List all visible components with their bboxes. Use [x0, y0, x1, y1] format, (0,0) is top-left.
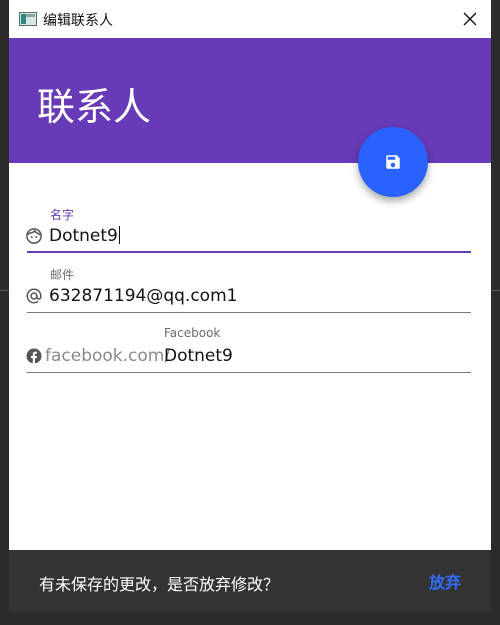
- facebook-underline: [27, 372, 471, 373]
- window-bottom-edge: [9, 612, 491, 625]
- facebook-field[interactable]: Facebook facebook.com/ Dotnet9: [25, 320, 471, 376]
- snackbar-message: 有未保存的更改，是否放弃修改？: [39, 575, 280, 594]
- facebook-prefix: facebook.com/: [45, 346, 171, 366]
- text-caret: [118, 226, 120, 244]
- name-label: 名字: [50, 208, 75, 222]
- at-icon: [26, 288, 42, 304]
- save-icon: [386, 155, 400, 169]
- email-underline: [27, 312, 471, 313]
- close-button[interactable]: [455, 4, 485, 34]
- app-icon: [19, 12, 37, 26]
- name-underline: [27, 251, 471, 253]
- facebook-icon: [26, 348, 42, 364]
- email-input[interactable]: 632871194@qq.com1: [49, 286, 237, 306]
- email-field[interactable]: 邮件 632871194@qq.com1: [25, 260, 471, 316]
- window-title: 编辑联系人: [43, 13, 113, 29]
- page-title: 联系人: [37, 85, 152, 129]
- title-bar: 编辑联系人: [9, 0, 491, 38]
- email-label: 邮件: [50, 268, 75, 282]
- facebook-input[interactable]: Dotnet9: [164, 346, 233, 366]
- facebook-label: Facebook: [164, 326, 221, 340]
- screen: 编辑联系人 联系人 名字 Dotnet9 邮件 632871194@qq.com…: [0, 0, 500, 625]
- close-icon: [463, 12, 477, 26]
- edit-contact-window: 编辑联系人 联系人 名字 Dotnet9 邮件 632871194@qq.com…: [9, 0, 491, 625]
- name-input[interactable]: Dotnet9: [49, 226, 120, 246]
- discard-button[interactable]: 放弃: [429, 569, 461, 593]
- snackbar: 有未保存的更改，是否放弃修改？ 放弃: [9, 550, 491, 612]
- name-field[interactable]: 名字 Dotnet9: [25, 200, 471, 256]
- save-button[interactable]: [358, 127, 428, 197]
- face-icon: [26, 228, 42, 244]
- name-value: Dotnet9: [49, 226, 118, 246]
